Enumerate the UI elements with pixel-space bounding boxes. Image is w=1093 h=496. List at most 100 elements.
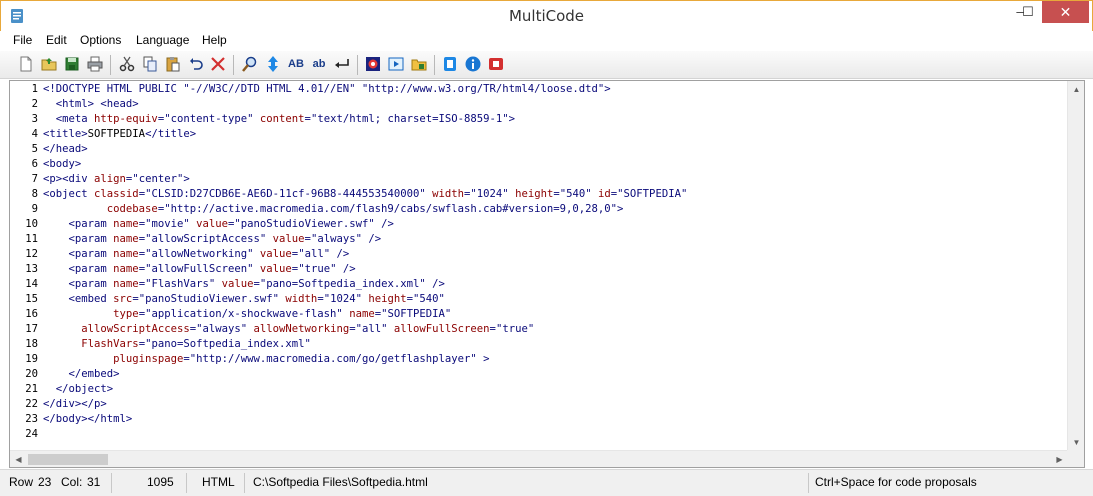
line-number: 18 [25, 338, 38, 350]
menu-file[interactable]: File [10, 33, 35, 47]
code-token: name [113, 278, 139, 290]
code-line[interactable]: 7 <p><div align="center"> [32, 172, 1067, 187]
line-number: 7 [31, 173, 38, 185]
menu-options[interactable]: Options [77, 33, 124, 47]
exit-icon[interactable] [486, 54, 506, 74]
status-divider [111, 473, 112, 493]
code-line[interactable]: 4 <title>SOFTPEDIA</title> [32, 127, 1067, 142]
code-line[interactable]: 16 type="application/x-shockwave-flash" … [25, 307, 1067, 322]
code-line[interactable]: 8 <object classid="CLSID:D27CDB6E-AE6D-11… [32, 187, 1067, 202]
menu-language[interactable]: Language [133, 33, 192, 47]
toolbar: AB ab [0, 51, 1093, 79]
find-next-icon[interactable] [263, 54, 283, 74]
paste-icon[interactable] [163, 54, 183, 74]
save-file-icon[interactable] [62, 54, 82, 74]
code-token: "center" [132, 173, 184, 185]
code-line[interactable]: 20 </embed> [25, 367, 1067, 382]
code-token: name [113, 233, 139, 245]
new-file-icon[interactable] [16, 54, 36, 74]
code-token: pluginspage [113, 353, 184, 365]
code-token: /> [374, 218, 394, 230]
open-folder-icon[interactable] [409, 54, 429, 74]
code-token: > [617, 203, 624, 215]
code-token: "540" [559, 188, 592, 200]
match-case-label: AB [288, 58, 304, 70]
cut-icon[interactable] [117, 54, 137, 74]
code-line[interactable]: 11 <param name="allowScriptAccess" value… [25, 232, 1067, 247]
code-token: "true" [298, 263, 337, 275]
open-file-icon[interactable] [39, 54, 59, 74]
horizontal-scrollbar[interactable]: ◀ ▶ [10, 450, 1068, 467]
code-editor[interactable]: 1 <!DOCTYPE HTML PUBLIC "-//W3C//DTD HTML… [9, 80, 1085, 468]
code-line[interactable]: 24 [25, 427, 1067, 442]
scroll-up-icon[interactable]: ▲ [1068, 81, 1084, 98]
code-token: </embed> [43, 368, 120, 380]
code-token: value [221, 278, 254, 290]
code-line[interactable]: 13 <param name="allowFullScreen" value="… [25, 262, 1067, 277]
code-line[interactable]: 23 </body></html> [25, 412, 1067, 427]
code-token: > [183, 173, 190, 185]
code-token: <p><div [43, 173, 95, 185]
line-number: 10 [25, 218, 38, 230]
scroll-down-icon[interactable]: ▼ [1068, 434, 1084, 451]
code-line[interactable]: 15 <embed src="panoStudioViewer.swf" wid… [25, 292, 1067, 307]
undo-icon[interactable] [186, 54, 206, 74]
scroll-left-icon[interactable]: ◀ [10, 451, 27, 467]
code-line[interactable]: 22 </div></p> [25, 397, 1067, 412]
menu-help[interactable]: Help [199, 33, 230, 47]
code-token: /> [336, 263, 356, 275]
copy-icon[interactable] [140, 54, 160, 74]
code-line[interactable]: 5 </head> [32, 142, 1067, 157]
find-icon[interactable] [240, 54, 260, 74]
close-button[interactable]: ✕ [1042, 1, 1089, 23]
scroll-corner [1067, 450, 1084, 467]
run-browser-icon[interactable] [363, 54, 383, 74]
code-line[interactable]: 3 <meta http-equiv="content-type" conten… [32, 112, 1067, 127]
code-line[interactable]: 10 <param name="movie" value="panoStudio… [25, 217, 1067, 232]
code-token: <param [43, 263, 114, 275]
code-area[interactable]: 1 <!DOCTYPE HTML PUBLIC "-//W3C//DTD HTML… [25, 82, 1067, 442]
col-value: 31 [87, 475, 101, 489]
toolbar-separator [434, 55, 435, 75]
code-token: <title> [43, 128, 88, 140]
code-token: type [113, 308, 139, 320]
print-icon[interactable] [85, 54, 105, 74]
line-break-icon[interactable] [332, 54, 352, 74]
code-line[interactable]: 14 <param name="FlashVars" value="pano=S… [25, 277, 1067, 292]
code-token: <param [43, 278, 114, 290]
info-icon[interactable] [463, 54, 483, 74]
status-bar: Row 23 Col: 31 1095 HTML C:\Softpedia Fi… [0, 469, 1093, 496]
code-line[interactable]: 18 FlashVars="pano=Softpedia_index.xml" [25, 337, 1067, 352]
maximize-button[interactable]: ☐ [1017, 1, 1039, 23]
code-line[interactable]: 19 pluginspage="http://www.macromedia.co… [25, 352, 1067, 367]
code-token: name [113, 263, 139, 275]
document-length: 1095 [147, 475, 174, 489]
vertical-scrollbar[interactable]: ▲ ▼ [1067, 81, 1084, 451]
code-token: width [432, 188, 464, 200]
toolbar-separator [110, 55, 111, 75]
line-number: 24 [25, 428, 38, 440]
code-token: "pano=Softpedia_index.xml" [259, 278, 426, 290]
match-case-icon[interactable]: AB [286, 54, 306, 74]
code-token: allowNetworking [253, 323, 350, 335]
code-token: http-equiv [94, 113, 158, 125]
code-token: </head> [43, 143, 88, 155]
line-number: 1 [31, 83, 38, 95]
code-line[interactable]: 1 <!DOCTYPE HTML PUBLIC "-//W3C//DTD HTML… [32, 82, 1067, 97]
menu-edit[interactable]: Edit [43, 33, 70, 47]
scroll-right-icon[interactable]: ▶ [1051, 451, 1068, 467]
code-token: "panoStudioViewer.swf" [138, 293, 280, 305]
preview-icon[interactable] [386, 54, 406, 74]
code-line[interactable]: 21 </object> [25, 382, 1067, 397]
code-line[interactable]: 2 <html> <head> [32, 97, 1067, 112]
code-line[interactable]: 9 codebase="http://active.macromedia.com… [32, 202, 1067, 217]
bookmark-icon[interactable] [440, 54, 460, 74]
horizontal-scroll-thumb[interactable] [28, 454, 108, 465]
code-line[interactable]: 12 <param name="allowNetworking" value="… [25, 247, 1067, 262]
code-line[interactable]: 17 allowScriptAccess="always" allowNetwo… [25, 322, 1067, 337]
code-token: > [508, 113, 516, 125]
delete-icon[interactable] [208, 54, 228, 74]
lowercase-icon[interactable]: ab [309, 54, 329, 74]
code-line[interactable]: 6 <body> [32, 157, 1067, 172]
code-token: content [259, 113, 305, 125]
